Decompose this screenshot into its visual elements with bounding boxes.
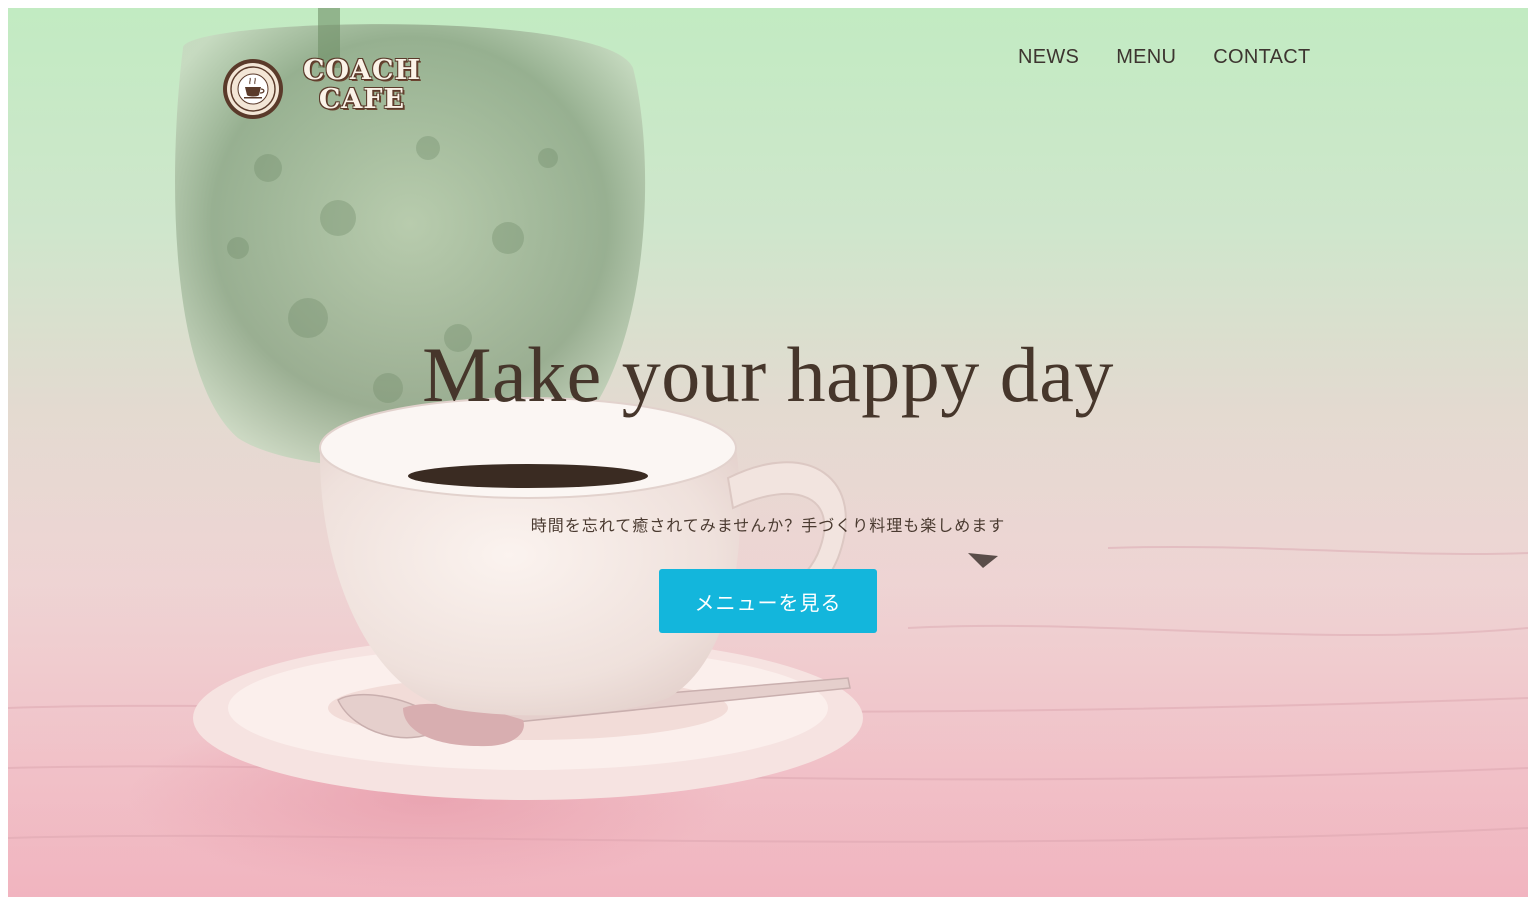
main-nav: NEWS MENU CONTACT	[1018, 46, 1311, 69]
hero-section: COACH CAFE NEWS MENU CONTACT Make your h…	[8, 8, 1528, 897]
view-menu-button[interactable]: メニューを見る	[659, 569, 877, 633]
logo-line-2: CAFE	[318, 84, 406, 115]
logo-wordmark: COACH CAFE	[292, 56, 432, 114]
site-logo[interactable]: COACH CAFE	[222, 52, 422, 119]
nav-link-news[interactable]: NEWS	[1018, 46, 1079, 69]
coffee-cup-emblem-icon	[223, 59, 283, 119]
nav-link-menu[interactable]: MENU	[1116, 46, 1176, 69]
hero-background-image	[8, 8, 1528, 897]
logo-line-1: COACH	[303, 55, 421, 86]
hero-headline: Make your happy day	[422, 331, 1114, 418]
hero-subtext: 時間を忘れて癒されてみませんか？手づくり料理も楽しめます	[530, 516, 1006, 535]
nav-link-contact[interactable]: CONTACT	[1213, 46, 1310, 69]
